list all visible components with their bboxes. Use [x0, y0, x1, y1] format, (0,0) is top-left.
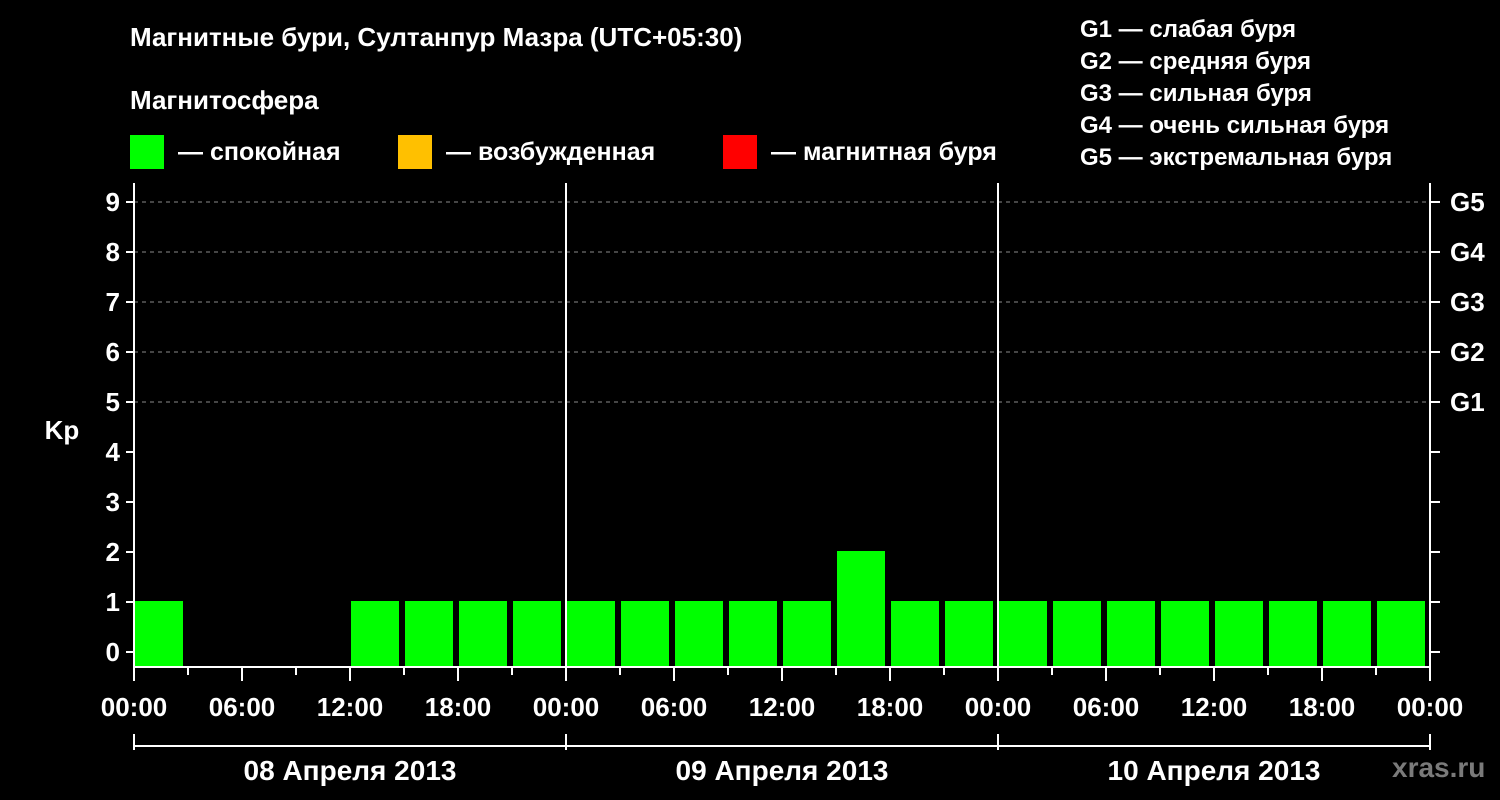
date-label: 08 Апреля 2013 — [244, 755, 457, 786]
g-scale-label: G1 — [1450, 387, 1485, 417]
x-tick-label: 06:00 — [1073, 692, 1140, 722]
x-tick-label: 00:00 — [965, 692, 1032, 722]
kp-bar — [135, 601, 183, 667]
kp-bar — [567, 601, 615, 667]
g-scale-label: G5 — [1450, 187, 1485, 217]
kp-bar — [1269, 601, 1317, 667]
y-tick-label: 9 — [106, 187, 120, 217]
bars-layer — [135, 551, 1425, 667]
x-tick-label: 18:00 — [1289, 692, 1356, 722]
watermark: xras.ru — [1392, 752, 1486, 783]
y-axis-label: Kp — [45, 415, 80, 445]
x-tick-label: 18:00 — [857, 692, 924, 722]
x-tick-label: 00:00 — [1397, 692, 1464, 722]
kp-bar — [1323, 601, 1371, 667]
y-tick-label: 6 — [106, 337, 120, 367]
g-scale-label: G3 — [1450, 287, 1485, 317]
kp-bar — [1107, 601, 1155, 667]
kp-bar — [351, 601, 399, 667]
kp-bar — [1377, 601, 1425, 667]
kp-bar — [837, 551, 885, 667]
y-tick-label: 8 — [106, 237, 120, 267]
grid-layer — [134, 201, 1430, 403]
kp-bar — [675, 601, 723, 667]
date-label: 09 Апреля 2013 — [676, 755, 889, 786]
kp-bar — [621, 601, 669, 667]
y-tick-label: 2 — [106, 537, 120, 567]
kp-bar — [999, 601, 1047, 667]
kp-bar — [405, 601, 453, 667]
date-label: 10 Апреля 2013 — [1108, 755, 1321, 786]
x-tick-label: 00:00 — [533, 692, 600, 722]
kp-bar — [945, 601, 993, 667]
x-tick-label: 12:00 — [1181, 692, 1248, 722]
x-tick-label: 06:00 — [209, 692, 276, 722]
labels-layer: 0 1 2 3 4 5 6 7 8 9 G1 G2 G3 G4 G5 Kp 00:00 06:00 12:00 18:… — [45, 187, 1486, 786]
x-tick-label: 12:00 — [749, 692, 816, 722]
y-tick-label: 7 — [106, 287, 120, 317]
x-tick-label: 18:00 — [425, 692, 492, 722]
y-tick-label: 1 — [106, 587, 120, 617]
kp-bar — [891, 601, 939, 667]
kp-bar — [1053, 601, 1101, 667]
y-tick-label: 3 — [106, 487, 120, 517]
y-tick-label: 0 — [106, 637, 120, 667]
kp-bar — [729, 601, 777, 667]
kp-bar — [783, 601, 831, 667]
x-tick-label: 00:00 — [101, 692, 168, 722]
kp-bar — [459, 601, 507, 667]
y-tick-label: 5 — [106, 387, 120, 417]
kp-bar — [513, 601, 561, 667]
g-scale-label: G2 — [1450, 337, 1485, 367]
y-tick-label: 4 — [106, 437, 121, 467]
x-tick-label: 12:00 — [317, 692, 384, 722]
kp-bar — [1161, 601, 1209, 667]
kp-bar — [1215, 601, 1263, 667]
x-tick-label: 06:00 — [641, 692, 708, 722]
g-scale-label: G4 — [1450, 237, 1485, 267]
kp-chart: 0 1 2 3 4 5 6 7 8 9 G1 G2 G3 G4 G5 Kp 00:00 06:00 12:00 18:… — [45, 183, 1486, 786]
